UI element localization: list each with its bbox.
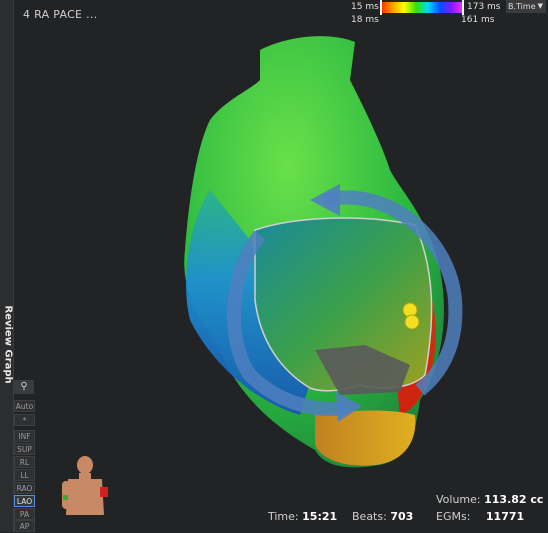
orientation-figure-icon <box>62 456 108 515</box>
view-btn-lao[interactable]: LAO <box>14 495 35 507</box>
time-value: 15:21 <box>302 510 338 523</box>
time-label: Time: <box>268 510 299 523</box>
beats-value: 703 <box>390 510 414 523</box>
view-btn-sup[interactable]: SUP <box>14 443 35 455</box>
side-panel-strip[interactable]: Review Graph <box>0 0 14 532</box>
view-btn-ll[interactable]: LL <box>14 469 35 481</box>
volume-value: 113.82 cc <box>484 493 544 506</box>
review-graph-tab[interactable]: Review Graph <box>3 306 14 384</box>
volume-label: Volume: <box>436 493 481 506</box>
view-btn-auto[interactable]: Auto <box>14 400 35 412</box>
time-stat: Time: 15:21 <box>268 510 337 523</box>
color-bar <box>380 2 464 13</box>
egms-stat: EGMs: 11771 <box>436 510 524 523</box>
view-btn-star[interactable]: * <box>14 414 35 426</box>
pin-icon[interactable]: ⚲ <box>14 380 34 394</box>
inferior-region <box>315 410 416 466</box>
chevron-down-icon: ▼ <box>537 2 543 10</box>
map-type-dropdown[interactable]: B.Time ▼ <box>506 0 546 13</box>
view-btn-ap[interactable]: AP <box>14 520 35 532</box>
beats-stat: Beats: 703 <box>352 510 413 523</box>
scale-marker-right[interactable] <box>462 0 464 15</box>
view-btn-pa[interactable]: PA <box>14 508 35 520</box>
map-title: 4 RA PACE ... <box>23 8 98 21</box>
anatomy-map[interactable] <box>150 20 480 480</box>
view-btn-inf[interactable]: INF <box>14 430 35 442</box>
egms-label: EGMs: <box>436 510 471 523</box>
view-btn-rl[interactable]: RL <box>14 456 35 468</box>
scale-max-top: 173 ms <box>467 2 501 12</box>
scale-marker-left[interactable] <box>380 0 382 15</box>
volume-stat: Volume: 113.82 cc <box>436 493 543 506</box>
scale-min-top: 15 ms <box>351 2 379 12</box>
view-btn-rao[interactable]: RAO <box>14 482 35 494</box>
beats-label: Beats: <box>352 510 387 523</box>
egms-value: 11771 <box>485 510 525 523</box>
dropdown-label: B.Time <box>508 2 536 11</box>
catheter-electrode-2 <box>404 314 420 330</box>
